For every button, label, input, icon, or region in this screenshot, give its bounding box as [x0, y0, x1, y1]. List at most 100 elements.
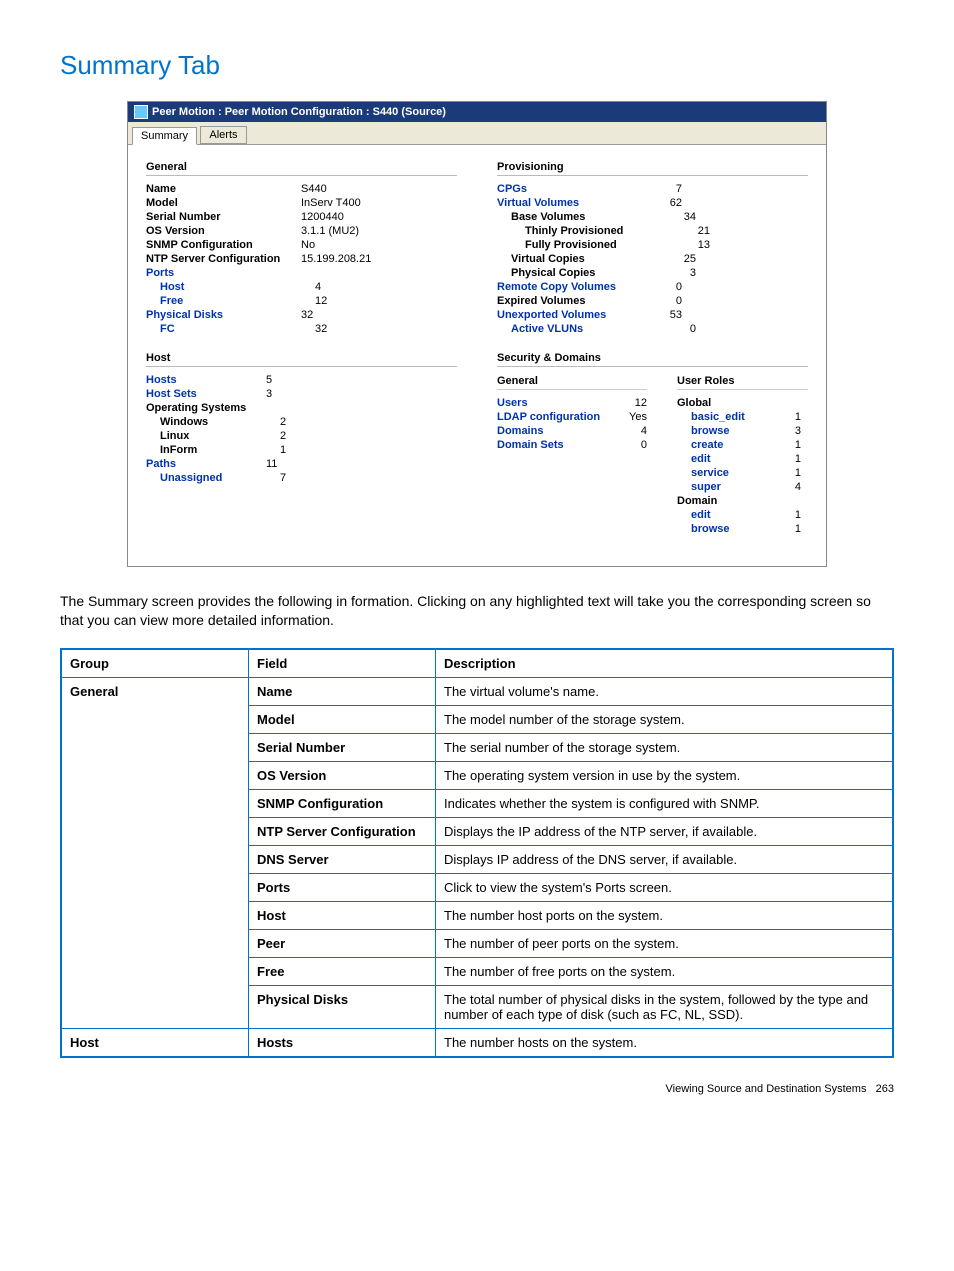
create-value: 1	[771, 439, 801, 451]
domain-browse-value: 1	[771, 523, 801, 535]
security-heading: Security & Domains	[497, 350, 808, 367]
desc-dns: Displays IP address of the DNS server, i…	[436, 845, 894, 873]
desc-free: The number of free ports on the system.	[436, 957, 894, 985]
physical-disks-link[interactable]: Physical Disks	[146, 309, 301, 321]
paths-link[interactable]: Paths	[146, 458, 266, 470]
user-roles-heading: User Roles	[677, 373, 808, 390]
fields-table: Group Field Description General Name The…	[60, 648, 894, 1058]
service-link[interactable]: service	[677, 467, 771, 479]
app-window: Peer Motion : Peer Motion Configuration …	[127, 101, 827, 567]
page-title: Summary Tab	[60, 50, 894, 81]
users-link[interactable]: Users	[497, 397, 617, 409]
ports-link[interactable]: Ports	[146, 267, 301, 279]
hostsets-value: 3	[266, 388, 457, 400]
desc-ntp: Displays the IP address of the NTP serve…	[436, 817, 894, 845]
edit-link[interactable]: edit	[677, 453, 771, 465]
cpgs-value: 7	[652, 183, 682, 195]
footer-text: Viewing Source and Destination Systems	[666, 1083, 867, 1095]
ports-host-value: 4	[315, 281, 457, 293]
vv-link[interactable]: Virtual Volumes	[497, 197, 652, 209]
vlun-link[interactable]: Active VLUNs	[497, 323, 666, 335]
model-value: InServ T400	[301, 197, 457, 209]
full-value: 13	[680, 239, 710, 251]
base-label: Base Volumes	[497, 211, 666, 223]
field-name: Name	[249, 677, 436, 705]
unexp-value: 53	[652, 309, 682, 321]
super-link[interactable]: super	[677, 481, 771, 493]
cpgs-link[interactable]: CPGs	[497, 183, 652, 195]
col-description: Description	[436, 649, 894, 678]
domainsets-link[interactable]: Domain Sets	[497, 439, 617, 451]
basic-edit-value: 1	[771, 411, 801, 423]
hosts-link[interactable]: Hosts	[146, 374, 266, 386]
ports-host-link[interactable]: Host	[146, 281, 315, 293]
inform-value: 1	[280, 444, 457, 456]
model-label: Model	[146, 197, 301, 209]
linux-label: Linux	[146, 430, 280, 442]
full-label: Fully Provisioned	[497, 239, 680, 251]
vlun-value: 0	[666, 323, 696, 335]
field-ntp: NTP Server Configuration	[249, 817, 436, 845]
users-value: 12	[617, 397, 647, 409]
desc-hosts: The number hosts on the system.	[436, 1028, 894, 1057]
desc-os: The operating system version in use by t…	[436, 761, 894, 789]
serial-label: Serial Number	[146, 211, 301, 223]
col-group: Group	[61, 649, 249, 678]
tab-summary[interactable]: Summary	[132, 127, 197, 145]
domain-edit-link[interactable]: edit	[677, 509, 771, 521]
desc-host: The number host ports on the system.	[436, 901, 894, 929]
sec-general-heading: General	[497, 373, 647, 390]
edit-value: 1	[771, 453, 801, 465]
field-free: Free	[249, 957, 436, 985]
os-heading: Operating Systems	[146, 402, 266, 414]
snmp-label: SNMP Configuration	[146, 239, 301, 251]
field-os: OS Version	[249, 761, 436, 789]
windows-value: 2	[280, 416, 457, 428]
inform-label: InForm	[146, 444, 280, 456]
field-ports: Ports	[249, 873, 436, 901]
tab-alerts[interactable]: Alerts	[200, 126, 246, 144]
domains-link[interactable]: Domains	[497, 425, 617, 437]
field-hosts: Hosts	[249, 1028, 436, 1057]
basic-edit-link[interactable]: basic_edit	[677, 411, 771, 423]
unexp-link[interactable]: Unexported Volumes	[497, 309, 652, 321]
window-title: Peer Motion : Peer Motion Configuration …	[152, 106, 446, 118]
ntp-label: NTP Server Configuration	[146, 253, 301, 265]
ports-free-link[interactable]: Free	[146, 295, 315, 307]
snmp-value: No	[301, 239, 457, 251]
table-row: Host Hosts The number hosts on the syste…	[61, 1028, 893, 1057]
ports-free-value: 12	[315, 295, 457, 307]
thin-label: Thinly Provisioned	[497, 225, 680, 237]
vcopy-value: 25	[666, 253, 696, 265]
col-field: Field	[249, 649, 436, 678]
create-link[interactable]: create	[677, 439, 771, 451]
field-serial: Serial Number	[249, 733, 436, 761]
super-value: 4	[771, 481, 801, 493]
domain-label: Domain	[677, 495, 757, 507]
unassigned-link[interactable]: Unassigned	[146, 472, 280, 484]
domain-browse-link[interactable]: browse	[677, 523, 771, 535]
physical-disks-value: 32	[301, 309, 457, 321]
titlebar: Peer Motion : Peer Motion Configuration …	[128, 102, 826, 122]
paths-value: 11	[266, 458, 457, 470]
field-model: Model	[249, 705, 436, 733]
base-value: 34	[666, 211, 696, 223]
rc-link[interactable]: Remote Copy Volumes	[497, 281, 652, 293]
desc-serial: The serial number of the storage system.	[436, 733, 894, 761]
pcopy-label: Physical Copies	[497, 267, 666, 279]
fc-link[interactable]: FC	[146, 323, 315, 335]
desc-pd: The total number of physical disks in th…	[436, 985, 894, 1028]
pcopy-value: 3	[666, 267, 696, 279]
global-label: Global	[677, 397, 757, 409]
tabstrip: Summary Alerts	[128, 122, 826, 145]
domains-value: 4	[617, 425, 647, 437]
os-value: 3.1.1 (MU2)	[301, 225, 457, 237]
hostsets-link[interactable]: Host Sets	[146, 388, 266, 400]
app-icon	[134, 105, 148, 119]
ldap-link[interactable]: LDAP configuration	[497, 411, 617, 423]
windows-label: Windows	[146, 416, 280, 428]
general-heading: General	[146, 159, 457, 176]
group-general: General	[61, 677, 249, 1028]
browse-link[interactable]: browse	[677, 425, 771, 437]
exp-label: Expired Volumes	[497, 295, 652, 307]
